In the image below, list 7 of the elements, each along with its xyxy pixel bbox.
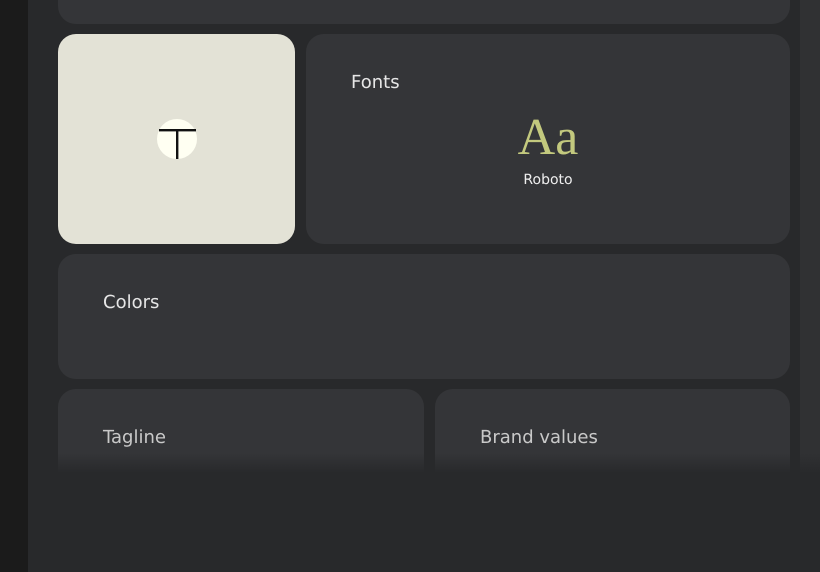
card-title: Brand values	[480, 427, 599, 449]
font-sample: Aa	[518, 108, 578, 168]
font-name: Roboto	[523, 172, 573, 188]
card-title: Colors	[103, 292, 160, 314]
card-title: Tagline	[103, 427, 167, 449]
logo-icon	[156, 119, 196, 159]
card-title: Fonts	[351, 72, 401, 94]
